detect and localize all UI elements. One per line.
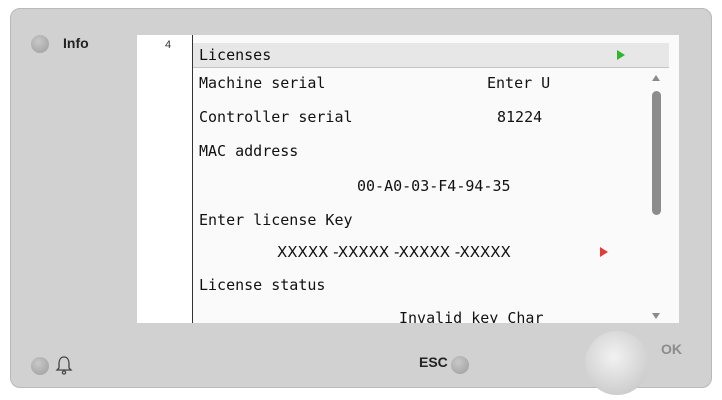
machine-serial-value[interactable]: Enter U	[487, 74, 550, 92]
alarm-led	[31, 357, 49, 375]
license-status-value: Invalid key Char	[399, 309, 544, 323]
display-screen: 4 Licenses Machine serial Enter U Contro…	[137, 35, 679, 323]
controller-serial-label: Controller serial	[199, 108, 353, 126]
mac-address-value: 00-A0-03-F4-94-35	[357, 177, 511, 195]
info-led	[31, 35, 49, 53]
ok-label: OK	[661, 341, 682, 357]
next-page-arrow-icon[interactable]	[617, 50, 625, 60]
ok-knob[interactable]	[585, 331, 649, 395]
license-key-field[interactable]: XXXXX -XXXXX -XXXXX -XXXXX	[277, 243, 511, 261]
page-title: Licenses	[199, 46, 272, 64]
esc-led	[451, 356, 469, 374]
screen-header: Licenses	[193, 43, 669, 68]
license-key-label: Enter license Key	[199, 211, 353, 229]
controller-panel: Info 4 Licenses Machine serial Enter U C…	[10, 8, 712, 395]
license-status-label: License status	[199, 276, 326, 294]
scrollbar[interactable]	[649, 73, 663, 321]
scroll-up-icon[interactable]	[652, 75, 660, 81]
bell-icon[interactable]	[55, 354, 73, 381]
scroll-thumb[interactable]	[652, 91, 661, 215]
page-number: 4	[165, 39, 172, 51]
info-button[interactable]: Info	[63, 35, 89, 51]
edit-arrow-icon[interactable]	[600, 247, 608, 257]
esc-button[interactable]: ESC	[419, 354, 448, 370]
machine-serial-label: Machine serial	[199, 74, 326, 92]
screen-gutter	[137, 35, 192, 323]
mac-address-label: MAC address	[199, 142, 299, 160]
gutter-divider	[192, 35, 193, 323]
scroll-down-icon[interactable]	[652, 313, 660, 319]
controller-serial-value: 81224	[497, 108, 543, 126]
